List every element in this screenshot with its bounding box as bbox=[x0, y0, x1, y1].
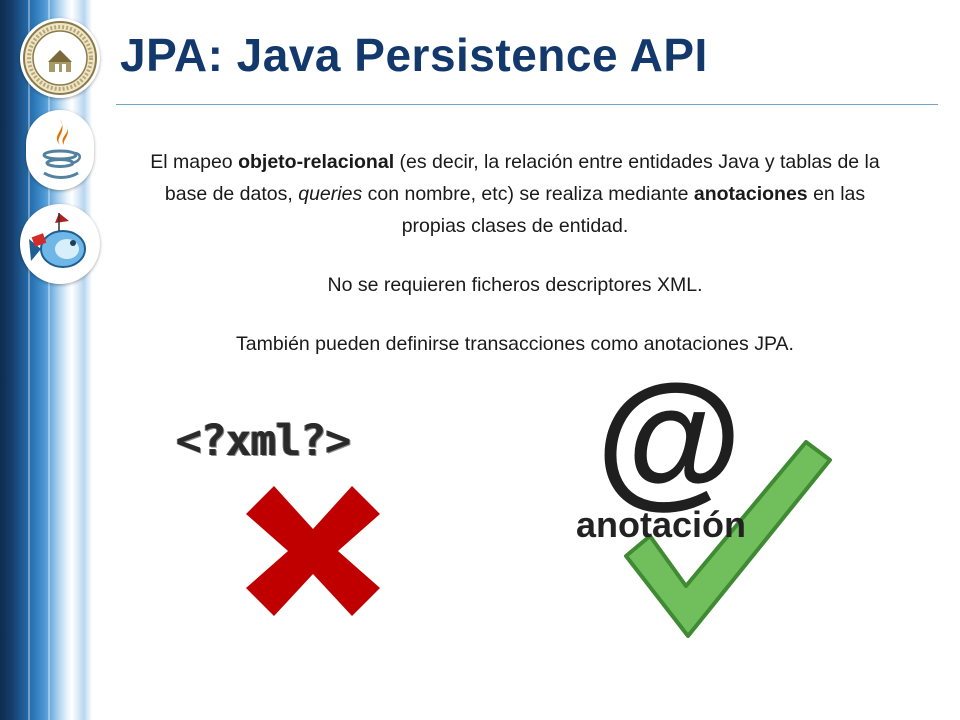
paragraph-no-xml: No se requieren ficheros descriptores XM… bbox=[327, 274, 703, 296]
university-seal-logo bbox=[20, 18, 100, 98]
slide-title: JPA: Java Persistence API bbox=[120, 29, 708, 81]
title-divider bbox=[116, 104, 938, 105]
glassfish-logo bbox=[20, 204, 100, 284]
paragraph-transactions: También pueden definirse transacciones c… bbox=[236, 333, 794, 355]
paragraph-annotations: El mapeo objeto-relacional (es decir, la… bbox=[140, 146, 890, 242]
java-logo bbox=[26, 110, 94, 190]
sidebar-stripe bbox=[48, 0, 50, 720]
annotation-label: anotación bbox=[576, 504, 747, 545]
text-run-italic: queries bbox=[298, 183, 363, 205]
sidebar-band bbox=[0, 0, 92, 720]
sidebar-stripe bbox=[28, 0, 30, 720]
text-run-bold: anotaciones bbox=[693, 183, 808, 205]
xml-tag-label: <?xml?> bbox=[176, 416, 351, 466]
text-run-bold: objeto-relacional bbox=[238, 151, 395, 173]
text-run: con nombre, etc) se realiza mediante bbox=[362, 183, 694, 205]
red-x-icon bbox=[246, 486, 380, 621]
slide-body: El mapeo objeto-relacional (es decir, la… bbox=[140, 146, 890, 387]
text-run: El mapeo bbox=[150, 151, 239, 173]
